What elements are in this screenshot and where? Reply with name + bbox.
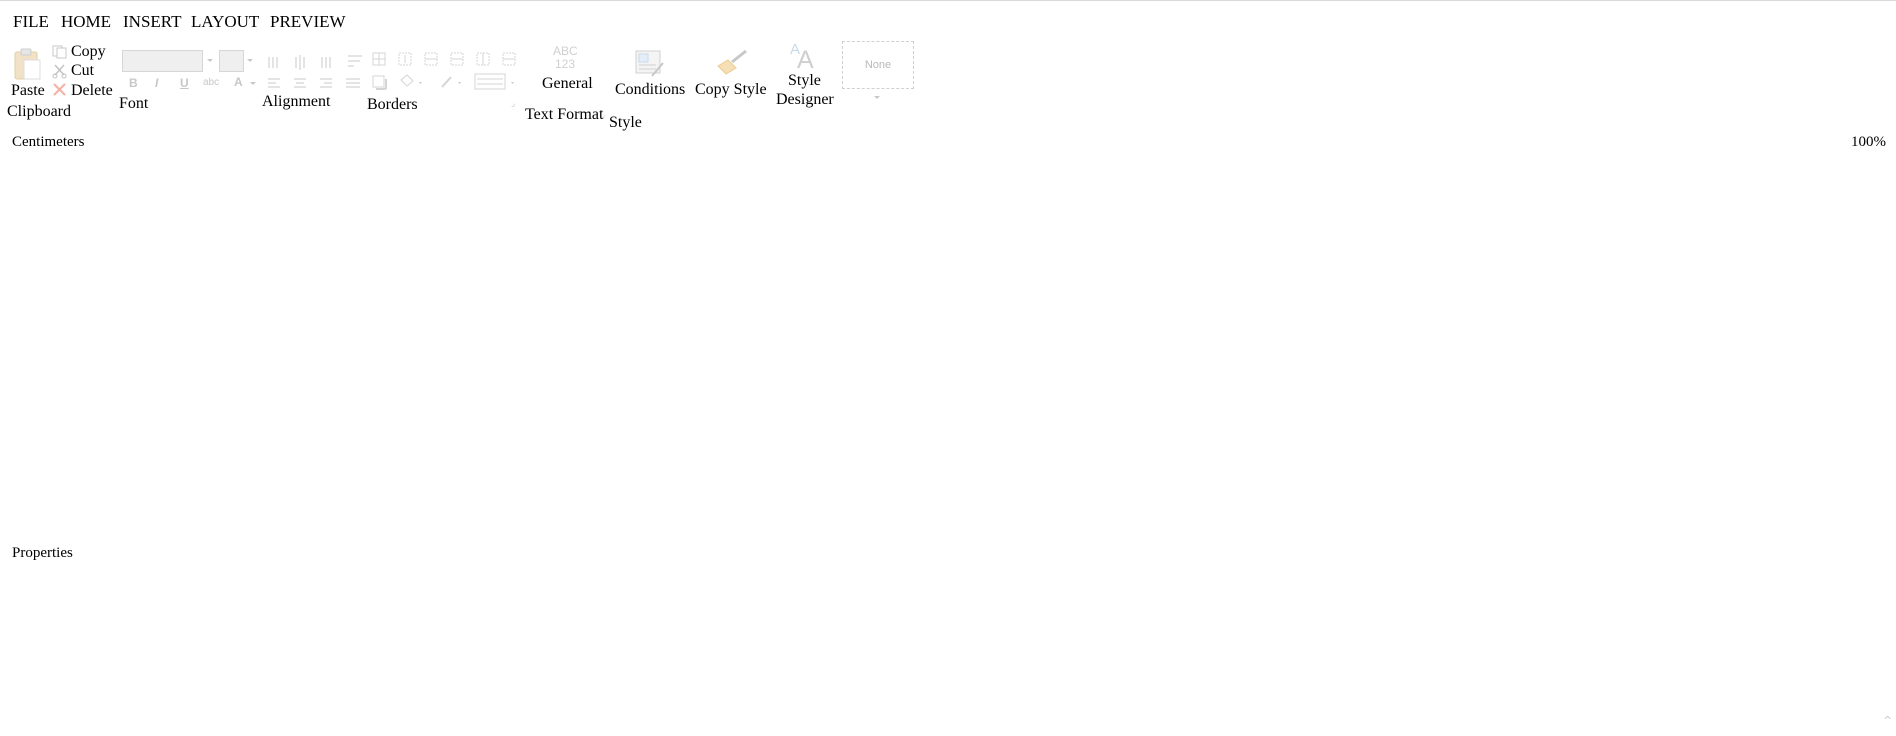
text-format-value: General [542, 75, 593, 92]
scissors-icon [52, 64, 67, 79]
clipboard-group-label: Clipboard [7, 103, 71, 120]
borders-dialog-launcher-icon[interactable]: ⌟ [511, 98, 515, 109]
borders-group-label: Borders [367, 96, 418, 113]
style-group-label: Style [609, 114, 642, 131]
paste-label: Paste [11, 82, 45, 99]
bold-button[interactable]: B [129, 76, 138, 90]
font-size-combo[interactable] [219, 50, 244, 72]
copy-label: Copy [71, 43, 106, 60]
font-name-dropdown-icon[interactable] [207, 59, 213, 62]
copy-icon [52, 45, 67, 59]
text-format-dialog-launcher-icon[interactable]: ⌟ [601, 109, 605, 120]
menu-preview[interactable]: PREVIEW [270, 12, 346, 32]
style-gallery-none[interactable]: None [842, 41, 914, 89]
font-color-button[interactable]: A [234, 75, 243, 89]
delete-icon [53, 83, 66, 96]
style-designer-icon: A A [790, 41, 814, 70]
brush-icon [717, 49, 747, 75]
alignment-group-label: Alignment [262, 93, 331, 110]
copy-style-label: Copy Style [695, 81, 767, 98]
cut-label: Cut [71, 62, 95, 79]
menu-layout[interactable]: LAYOUT [191, 12, 259, 32]
zoom-level[interactable]: 100% [1851, 134, 1886, 151]
menu-file[interactable]: FILE [13, 12, 49, 32]
ruler-units-label[interactable]: Centimeters [12, 134, 84, 151]
borders-buttons[interactable] [372, 52, 522, 94]
underline-button[interactable]: U [180, 76, 189, 90]
font-color-dropdown-icon[interactable] [250, 82, 256, 85]
italic-button[interactable]: I [155, 76, 158, 90]
collapse-arrow-icon[interactable]: ^ [1883, 714, 1892, 727]
format-abc-icon: ABC [553, 44, 578, 58]
font-group-label: Font [119, 95, 149, 112]
menu-home[interactable]: HOME [61, 12, 111, 32]
conditions-icon [635, 50, 664, 77]
svg-text:A: A [797, 46, 814, 70]
properties-panel-title: Properties [12, 545, 73, 561]
paste-icon [14, 48, 41, 80]
text-format-group-label: Text Format [525, 106, 604, 123]
font-size-dropdown-icon[interactable] [247, 59, 253, 62]
alignment-buttons[interactable] [266, 54, 364, 94]
conditions-label: Conditions [615, 81, 686, 98]
menu-insert[interactable]: INSERT [123, 12, 181, 32]
strikethrough-button[interactable]: abc [203, 77, 219, 88]
style-designer-label-1: Style [788, 72, 821, 89]
style-designer-label-2: Designer [776, 91, 834, 108]
style-gallery-dropdown-icon[interactable] [874, 96, 880, 99]
font-name-combo[interactable] [122, 50, 203, 72]
top-border [0, 0, 1896, 1]
delete-label: Delete [71, 82, 113, 99]
format-123-icon: 123 [555, 57, 576, 71]
